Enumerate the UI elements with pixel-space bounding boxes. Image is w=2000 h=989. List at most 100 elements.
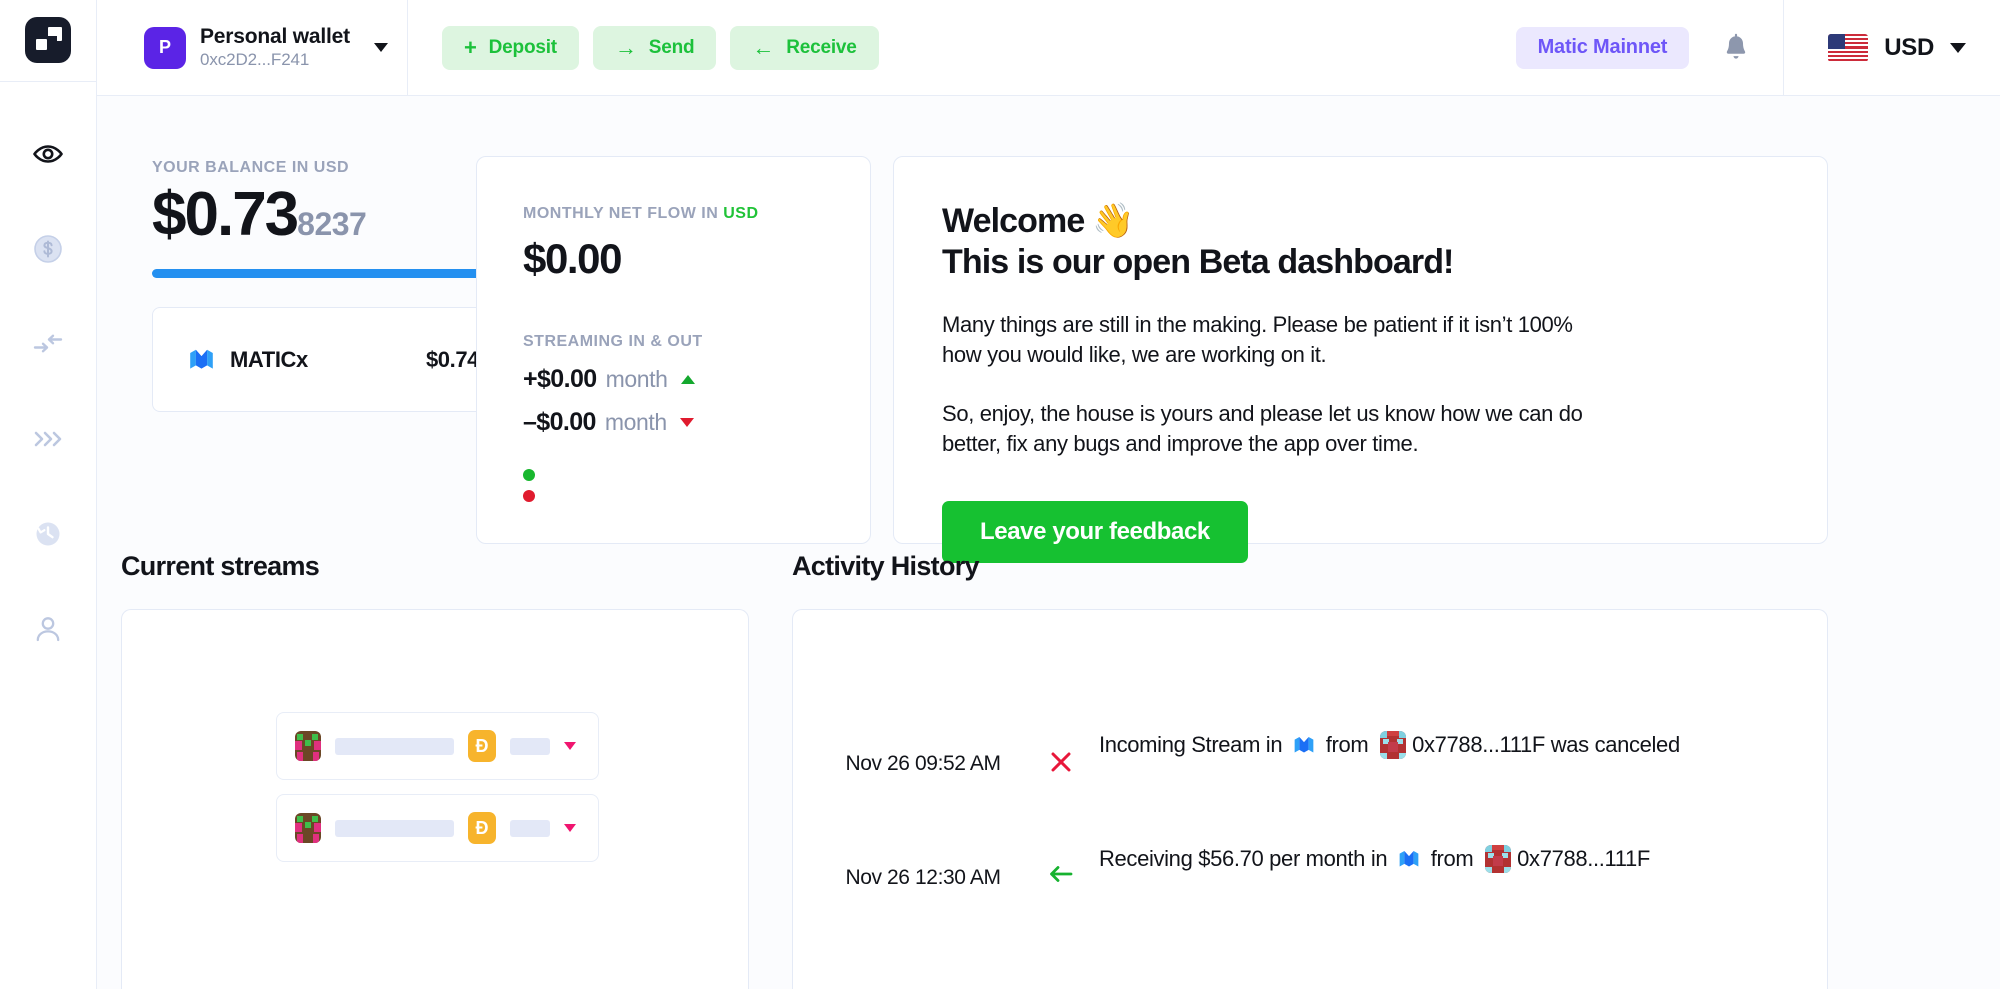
activity-timestamp: Nov 26 12:30 AM: [823, 842, 1023, 890]
activity-row[interactable]: Nov 26 12:30 AM Receiving $56.70 per mon…: [793, 842, 1827, 890]
wallet-avatar: P: [144, 27, 186, 69]
network-badge[interactable]: Matic Mainnet: [1516, 27, 1690, 69]
waving-hand-icon: 👋: [1092, 201, 1133, 241]
currency-label: USD: [1884, 34, 1934, 62]
dollar-coin-icon: [33, 234, 63, 264]
sidebar-divider: [0, 81, 97, 82]
wallet-selector[interactable]: P Personal wallet 0xc2D2...F241: [97, 0, 408, 95]
netflow-kicker-prefix: MONTHLY NET FLOW IN: [523, 205, 723, 222]
sidebar-item-transfer[interactable]: [0, 320, 97, 368]
balance-amount: $0.738237: [152, 182, 512, 247]
activity-text-before: Receiving $56.70 per month in: [1099, 846, 1393, 871]
stream-amount-skeleton: [510, 820, 550, 837]
stream-name-skeleton: [335, 820, 454, 837]
netflow-kicker: MONTHLY NET FLOW IN USD: [523, 205, 870, 223]
sidebar-item-wrap[interactable]: [0, 225, 97, 273]
flow-legend: [523, 469, 870, 502]
current-streams-title: Current streams: [121, 551, 319, 582]
outflow-row: –$0.00 month: [523, 408, 870, 437]
clock-history-icon: [33, 519, 63, 549]
blockie-avatar-icon: [1380, 731, 1406, 759]
activity-timestamp: Nov 26 09:52 AM: [823, 728, 1023, 776]
balance-decimals: 8237: [297, 208, 366, 242]
blockie-avatar-icon: [295, 813, 321, 843]
stream-placeholder-row[interactable]: Ð: [276, 712, 599, 780]
chevron-down-icon[interactable]: [564, 824, 576, 832]
monthly-net-flow-card: MONTHLY NET FLOW IN USD $0.00 STREAMING …: [476, 156, 871, 544]
activity-text-before: Incoming Stream in: [1099, 732, 1288, 757]
activity-description: Receiving $56.70 per month in from 0x778…: [1099, 842, 1650, 881]
sidebar-item-dashboard[interactable]: [0, 130, 97, 178]
person-icon: [34, 615, 62, 643]
logo-shape-b: [48, 36, 57, 45]
chevron-down-icon[interactable]: [564, 742, 576, 750]
activity-text-after: was canceled: [1545, 732, 1680, 757]
superfluid-logo[interactable]: [25, 17, 71, 63]
logo-shape-c: [36, 39, 47, 50]
chevron-down-icon[interactable]: [1950, 43, 1966, 53]
eye-icon: [33, 144, 63, 164]
inflow-dot: [523, 469, 535, 481]
stream-placeholder-row[interactable]: Ð: [276, 794, 599, 862]
activity-history-panel: Nov 26 09:52 AM Incoming Stream in from …: [792, 609, 1828, 989]
dai-token-icon: Ð: [468, 730, 496, 762]
arrow-left-incoming-icon: [1023, 842, 1099, 884]
sidebar-item-history[interactable]: [0, 510, 97, 558]
welcome-card: Welcome 👋 This is our open Beta dashboar…: [893, 156, 1828, 544]
dai-token-icon: Ð: [468, 812, 496, 844]
deposit-label: Deposit: [489, 37, 557, 59]
receive-label: Receive: [786, 37, 856, 59]
welcome-heading: Welcome 👋: [942, 201, 1777, 241]
bell-icon[interactable]: [1723, 33, 1749, 63]
deposit-button[interactable]: + Deposit: [442, 26, 579, 70]
receive-button[interactable]: ← Receive: [730, 26, 878, 70]
blockie-avatar-icon: [1485, 845, 1511, 873]
welcome-subheading: This is our open Beta dashboard!: [942, 243, 1777, 282]
plus-icon: +: [464, 37, 477, 59]
topbar-right-group: Matic Mainnet USD: [1516, 0, 2000, 95]
send-label: Send: [649, 37, 695, 59]
activity-row[interactable]: Nov 26 09:52 AM Incoming Stream in from …: [793, 728, 1827, 776]
current-streams-panel: Ð Ð: [121, 609, 749, 989]
activity-text-between: from: [1320, 732, 1374, 757]
transfer-arrows-icon: [32, 333, 64, 355]
left-sidebar: [0, 0, 97, 989]
inflow-row: +$0.00 month: [523, 365, 870, 394]
wallet-info: Personal wallet 0xc2D2...F241: [200, 25, 350, 70]
us-flag-icon: [1828, 34, 1868, 62]
activity-address[interactable]: 0x7788...111F: [1517, 846, 1650, 871]
welcome-paragraph-1: Many things are still in the making. Ple…: [942, 310, 1602, 371]
welcome-heading-text: Welcome: [942, 202, 1084, 241]
arrow-left-icon: ←: [752, 37, 774, 59]
sidebar-item-streams[interactable]: [0, 415, 97, 463]
activity-description: Incoming Stream in from 0x7788...111F wa…: [1099, 728, 1680, 767]
streaming-kicker: STREAMING IN & OUT: [523, 333, 870, 351]
activity-address[interactable]: 0x7788...111F: [1412, 732, 1545, 757]
wallet-address: 0xc2D2...F241: [200, 50, 350, 70]
top-bar: P Personal wallet 0xc2D2...F241 + Deposi…: [97, 0, 2000, 96]
chevron-down-icon[interactable]: [374, 43, 388, 52]
sidebar-nav: [0, 130, 97, 653]
outflow-amount: –$0.00: [523, 408, 596, 437]
blockie-avatar-icon: [295, 731, 321, 761]
token-value: $0.74: [426, 347, 479, 373]
token-card-maticx[interactable]: MATICx $0.74: [152, 307, 510, 412]
send-button[interactable]: → Send: [593, 26, 716, 70]
outflow-unit: month: [605, 409, 667, 436]
activity-history-title: Activity History: [792, 551, 979, 582]
balance-kicker: YOUR BALANCE IN USD: [152, 159, 512, 177]
stream-name-skeleton: [335, 738, 454, 755]
main-content: YOUR BALANCE IN USD $0.738237 MATICx $0.…: [97, 96, 2000, 989]
sidebar-item-account[interactable]: [0, 605, 97, 653]
matic-token-icon: [1292, 733, 1316, 767]
balance-block: YOUR BALANCE IN USD $0.738237 MATICx $0.…: [152, 159, 512, 412]
outflow-dot: [523, 490, 535, 502]
inflow-unit: month: [606, 366, 668, 393]
currency-selector[interactable]: USD: [1783, 0, 2000, 95]
activity-text-between: from: [1425, 846, 1479, 871]
x-cancel-icon: [1023, 728, 1099, 774]
balance-main: $0.73: [152, 182, 297, 247]
matic-token-icon: [1397, 847, 1421, 881]
netflow-amount: $0.00: [523, 235, 870, 283]
leave-feedback-button[interactable]: Leave your feedback: [942, 501, 1248, 563]
